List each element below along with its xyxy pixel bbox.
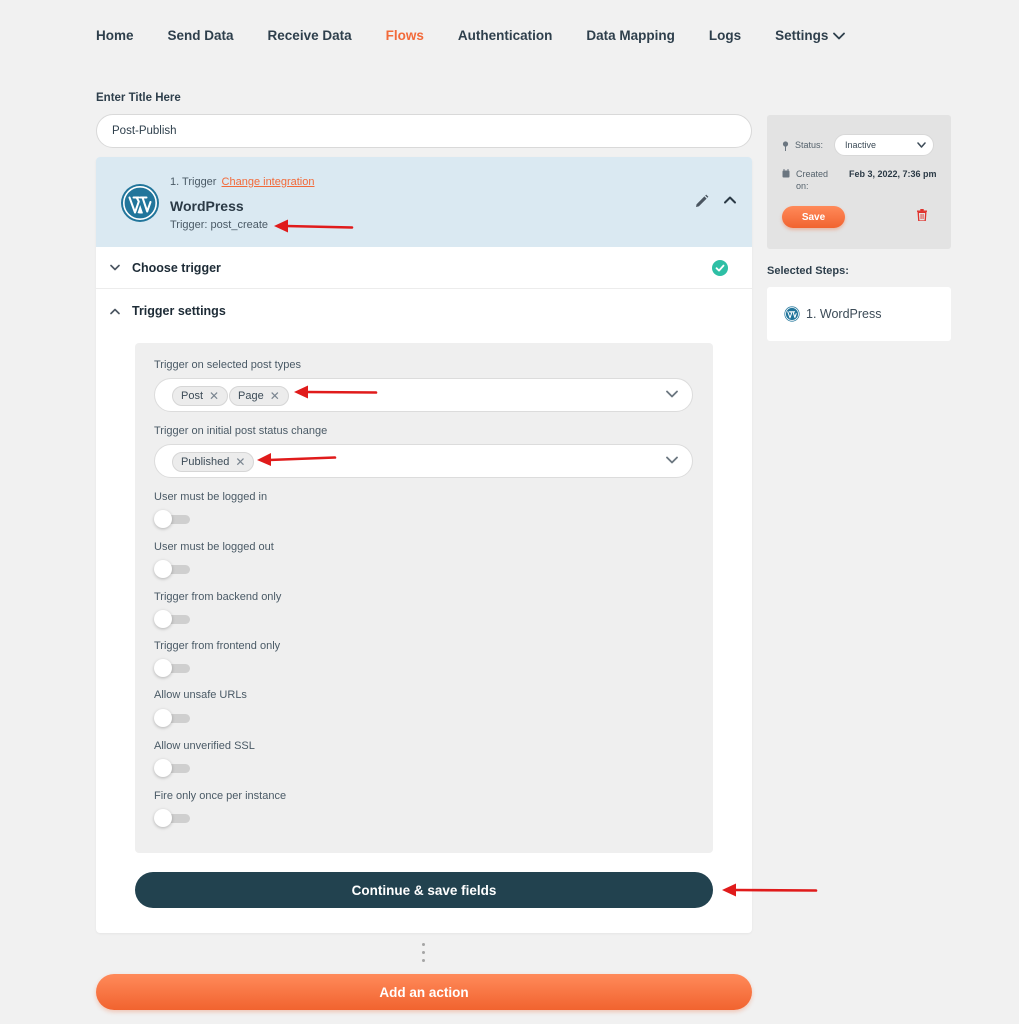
- connector-dots: [422, 943, 426, 967]
- choose-trigger-label: Choose trigger: [132, 260, 221, 275]
- chevron-down-icon: [666, 456, 678, 464]
- created-value: Feb 3, 2022, 7:36 pm: [849, 169, 937, 179]
- pin-icon: [782, 141, 789, 151]
- chip-label: Post: [181, 390, 204, 402]
- annotation-arrow: [274, 219, 354, 233]
- post-types-select[interactable]: Post ✕ Page ✕: [154, 378, 693, 412]
- created-label-row: Created on:: [782, 168, 842, 192]
- toggle-label: Allow unverified SSL: [154, 740, 255, 752]
- chevron-up-icon: [110, 308, 120, 314]
- pencil-icon[interactable]: [694, 194, 709, 209]
- chevron-up-icon[interactable]: [723, 195, 737, 205]
- wordpress-logo-icon: [121, 184, 159, 222]
- selected-step-label: 1. WordPress: [806, 307, 882, 321]
- flow-status-panel: Status: Inactive Created on: Feb 3, 2022…: [767, 115, 951, 249]
- post-status-label: Trigger on initial post status change: [154, 425, 328, 437]
- chip-label: Published: [181, 456, 230, 468]
- nav-authentication[interactable]: Authentication: [458, 28, 553, 43]
- selected-steps-label: Selected Steps:: [767, 265, 849, 277]
- choose-trigger-section[interactable]: Choose trigger: [96, 247, 752, 289]
- nav-settings[interactable]: Settings: [775, 28, 846, 43]
- toggle-label: User must be logged out: [154, 541, 274, 553]
- toggle-unverified-ssl[interactable]: [154, 759, 190, 777]
- post-types-label: Trigger on selected post types: [154, 359, 301, 371]
- created-label: Created on:: [796, 169, 829, 191]
- nav-send-data[interactable]: Send Data: [168, 28, 234, 43]
- title-label: Enter Title Here: [96, 92, 181, 104]
- nav-receive-data[interactable]: Receive Data: [268, 28, 352, 43]
- toggle-backend-only[interactable]: [154, 610, 190, 628]
- chip-published: Published ✕: [172, 452, 255, 472]
- trigger-step-line: 1. Trigger Change integration: [170, 176, 315, 188]
- trigger-step-label: 1. Trigger: [170, 176, 217, 188]
- status-label-row: Status:: [782, 140, 823, 151]
- remove-icon[interactable]: ✕: [209, 389, 219, 403]
- toggle-label: User must be logged in: [154, 491, 268, 503]
- remove-icon[interactable]: ✕: [235, 455, 245, 469]
- flow-title-input[interactable]: [96, 114, 752, 148]
- toggle-label: Fire only once per instance: [154, 790, 287, 802]
- trigger-settings-panel: Trigger on selected post types Post ✕ Pa…: [135, 343, 713, 853]
- continue-save-button[interactable]: Continue & save fields: [135, 872, 713, 908]
- toggle-label: Trigger from frontend only: [154, 640, 281, 652]
- trigger-settings-section[interactable]: Trigger settings: [96, 290, 752, 332]
- wordpress-icon: [784, 306, 800, 322]
- status-value: Inactive: [845, 140, 877, 150]
- add-action-button[interactable]: Add an action: [96, 974, 752, 1010]
- chevron-down-icon: [917, 142, 926, 148]
- nav-settings-label: Settings: [775, 28, 829, 43]
- annotation-arrow: [257, 453, 337, 466]
- annotation-arrow: [294, 385, 378, 399]
- toggle-logged-out[interactable]: [154, 560, 190, 578]
- chevron-down-icon: [666, 390, 678, 398]
- change-integration-link[interactable]: Change integration: [222, 176, 315, 188]
- chip-label: Page: [238, 390, 264, 402]
- annotation-arrow: [722, 883, 818, 897]
- nav-flows[interactable]: Flows: [386, 28, 424, 43]
- check-circle-icon: [712, 260, 728, 276]
- integration-name: WordPress: [170, 198, 244, 214]
- trigger-header: 1. Trigger Change integration WordPress …: [96, 157, 752, 247]
- trigger-card: 1. Trigger Change integration WordPress …: [96, 157, 752, 933]
- toggle-logged-in[interactable]: [154, 510, 190, 528]
- toggle-label: Allow unsafe URLs: [154, 689, 247, 701]
- toggle-fire-once[interactable]: [154, 809, 190, 827]
- calendar-icon: [782, 169, 790, 178]
- toggle-unsafe-urls[interactable]: [154, 709, 190, 727]
- remove-icon[interactable]: ✕: [270, 389, 280, 403]
- top-nav: Home Send Data Receive Data Flows Authen…: [96, 28, 879, 43]
- save-button[interactable]: Save: [782, 206, 845, 228]
- trigger-settings-label: Trigger settings: [132, 304, 226, 318]
- nav-data-mapping[interactable]: Data Mapping: [586, 28, 675, 43]
- nav-logs[interactable]: Logs: [709, 28, 741, 43]
- chip-page: Page ✕: [229, 386, 289, 406]
- selected-step-wordpress[interactable]: 1. WordPress: [767, 287, 951, 341]
- chevron-down-icon: [833, 32, 846, 39]
- trash-icon[interactable]: [917, 209, 927, 221]
- chip-post: Post ✕: [172, 386, 229, 406]
- toggle-label: Trigger from backend only: [154, 591, 282, 603]
- status-label: Status:: [795, 140, 824, 150]
- trigger-code: Trigger: post_create: [170, 219, 269, 231]
- nav-home[interactable]: Home: [96, 28, 134, 43]
- toggle-frontend-only[interactable]: [154, 659, 190, 677]
- status-select[interactable]: Inactive: [834, 134, 934, 156]
- post-status-select[interactable]: Published ✕: [154, 444, 693, 478]
- chevron-down-icon: [110, 264, 120, 271]
